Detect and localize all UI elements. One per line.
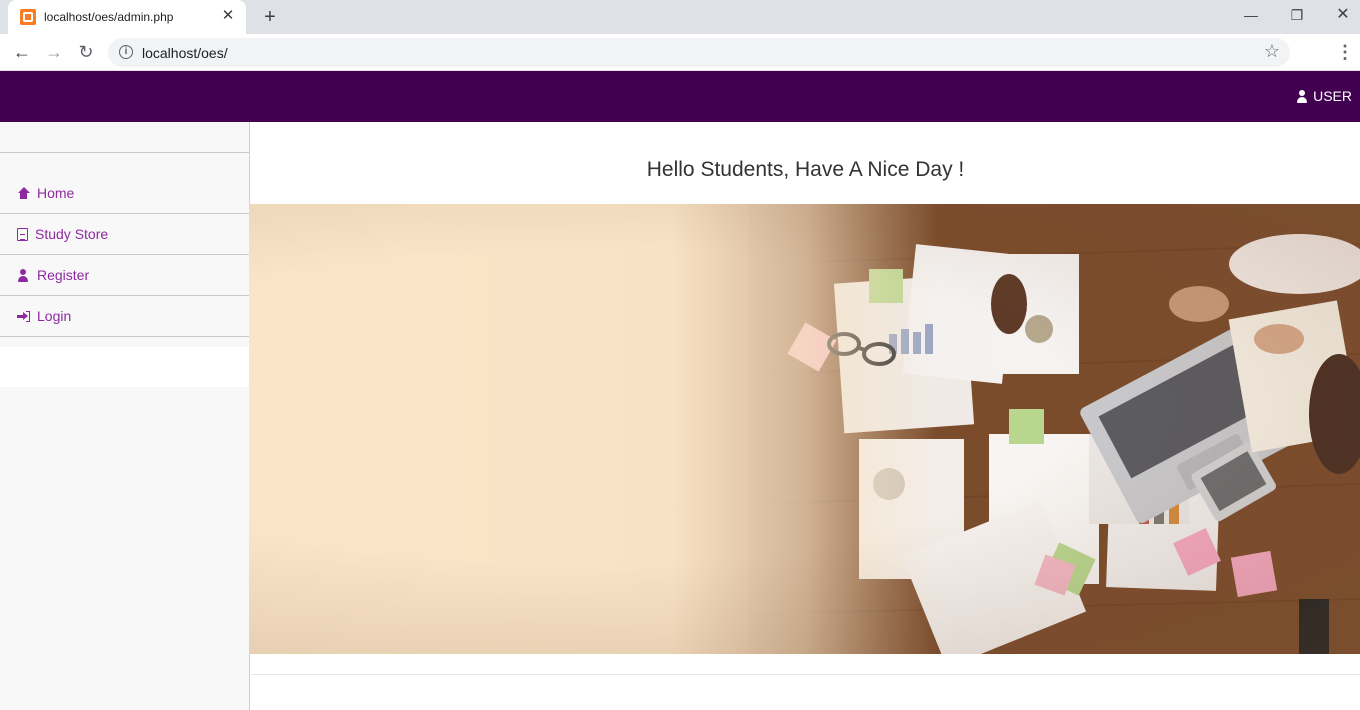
sidebar-header [0, 122, 249, 153]
xampp-favicon-icon [20, 9, 36, 25]
window-close-button[interactable]: ✕ [1320, 0, 1360, 30]
sidebar-item-label: Home [37, 185, 75, 201]
user-icon [1296, 89, 1308, 103]
window-restore-button[interactable]: ❐ [1274, 0, 1320, 30]
user-menu-link[interactable]: USER [1296, 88, 1352, 104]
home-icon [17, 186, 30, 200]
site-header: USER [0, 71, 1360, 122]
sidebar-item-home[interactable]: Home [0, 173, 249, 214]
sidebar-item-register[interactable]: Register [0, 255, 249, 296]
sign-in-icon [17, 310, 30, 323]
sidebar-spacer [0, 347, 249, 387]
tab-title: localhost/oes/admin.php [44, 10, 174, 24]
sidebar-item-label: Login [37, 308, 72, 324]
sidebar-nav: Home Study Store Register Login [0, 173, 249, 337]
sidebar-item-label: Register [37, 267, 90, 283]
window-minimize-button[interactable]: — [1228, 0, 1274, 30]
url-text[interactable]: localhost/oes/ [142, 45, 228, 61]
back-arrow-icon[interactable]: ← [10, 40, 34, 64]
browser-tab[interactable]: localhost/oes/admin.php ✕ [8, 0, 246, 34]
reload-icon[interactable]: ↻ [74, 40, 98, 64]
browser-toolbar: ← → ↻ i localhost/oes/ ☆ ⋮ [0, 34, 1360, 71]
new-tab-button[interactable]: + [258, 5, 282, 29]
browser-menu-icon[interactable]: ⋮ [1336, 40, 1354, 64]
sidebar-item-study-store[interactable]: Study Store [0, 214, 249, 255]
forward-arrow-icon[interactable]: → [42, 40, 66, 64]
user-icon [17, 268, 30, 282]
browser-tabstrip: localhost/oes/admin.php ✕ + — ❐ ✕ [0, 0, 1360, 34]
greeting-heading: Hello Students, Have A Nice Day ! [646, 158, 965, 181]
content-divider [251, 674, 1360, 675]
document-icon [17, 227, 28, 241]
banner-image [249, 204, 1360, 654]
address-bar[interactable]: i localhost/oes/ ☆ [108, 38, 1290, 67]
banner-vignette-overlay [249, 204, 1360, 654]
sidebar: Home Study Store Register Login [0, 122, 250, 710]
main-content: Hello Students, Have A Nice Day ! [249, 122, 1360, 710]
sidebar-item-login[interactable]: Login [0, 296, 249, 337]
user-label: USER [1313, 88, 1352, 104]
sidebar-item-label: Study Store [35, 226, 109, 242]
tab-close-icon[interactable]: ✕ [218, 6, 238, 26]
bookmark-star-icon[interactable]: ☆ [1264, 41, 1280, 62]
site-info-icon[interactable]: i [119, 45, 133, 59]
